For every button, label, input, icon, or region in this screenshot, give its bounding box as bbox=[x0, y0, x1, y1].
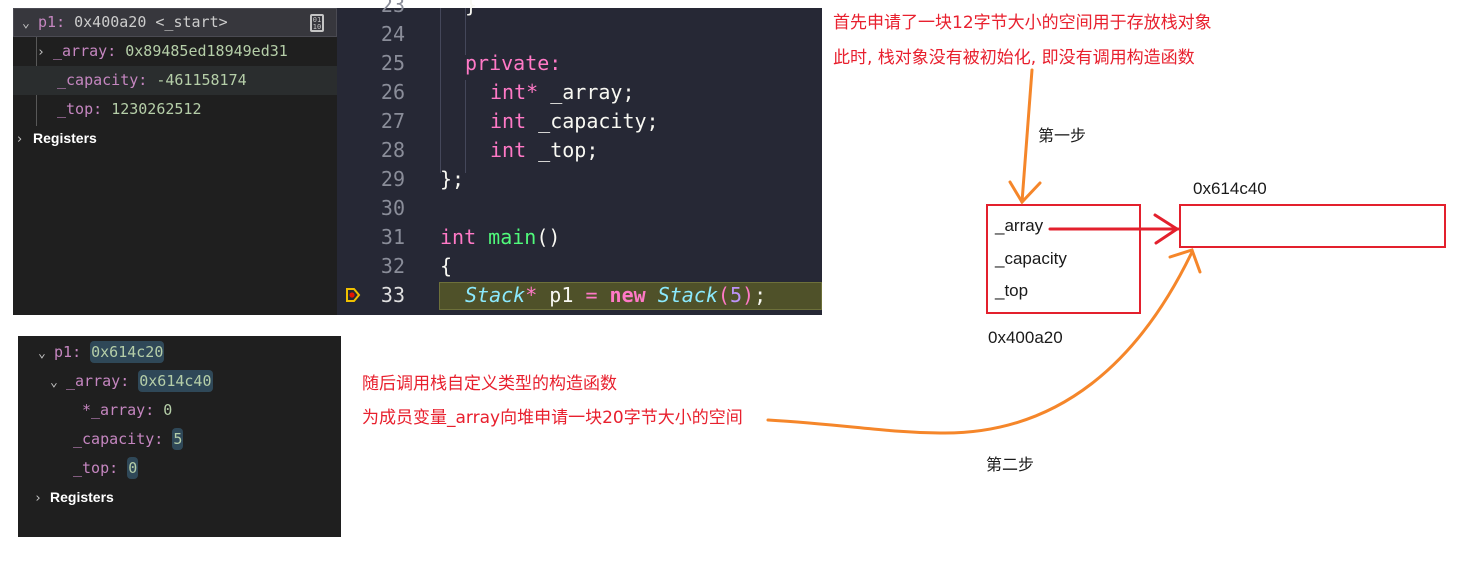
variables-panel-after: ⌄ p1: 0x614c20 ⌄ _array: 0x614c40 *_array:… bbox=[18, 336, 341, 537]
step1-arrow bbox=[1008, 68, 1042, 205]
chevron-right-icon: › bbox=[17, 132, 23, 147]
chevron-down-icon[interactable]: ⌄ bbox=[50, 368, 66, 397]
line-number: 28 bbox=[380, 138, 405, 162]
variable-row-capacity[interactable]: _capacity: 5 bbox=[73, 425, 184, 454]
step2-label: 第二步 bbox=[986, 455, 1035, 474]
code-line: }; bbox=[440, 167, 465, 191]
code-line: int main() bbox=[440, 225, 561, 249]
step2-note-line1: 随后调用栈自定义类型的构造函数 bbox=[362, 374, 617, 394]
line-number-current: 33 bbox=[380, 283, 405, 307]
field-capacity: _capacity bbox=[995, 249, 1067, 268]
chevron-right-icon[interactable]: › bbox=[37, 38, 53, 67]
indent-guide bbox=[440, 8, 441, 173]
variable-row-p1[interactable]: ⌄ p1: 0x614c20 bbox=[38, 338, 165, 368]
variable-row-p1[interactable]: ⌄ p1: 0x400a20 <_start> 01 10 bbox=[13, 8, 337, 37]
variable-row-capacity[interactable]: _capacity: -461158174 bbox=[13, 66, 337, 95]
object-address: 0x400a20 bbox=[988, 328, 1063, 347]
heap-address: 0x614c40 bbox=[1193, 179, 1267, 198]
step1-note-line1: 首先申请了一块12字节大小的空间用于存放栈对象 bbox=[833, 13, 1212, 33]
chevron-down-icon[interactable]: ⌄ bbox=[22, 9, 38, 38]
indent-guide bbox=[465, 80, 466, 173]
step1-label: 第一步 bbox=[1038, 126, 1087, 145]
line-number: 30 bbox=[380, 196, 405, 220]
field-array: _array bbox=[995, 216, 1044, 235]
line-number: 29 bbox=[380, 167, 405, 191]
binary-view-icon[interactable]: 01 10 bbox=[310, 14, 324, 32]
variable-row-array[interactable]: › _array: 0x89485ed18949ed31 bbox=[13, 37, 337, 66]
variable-row-top[interactable]: _top: 1230262512 bbox=[13, 95, 337, 124]
variables-panel-before: ⌄ p1: 0x400a20 <_start> 01 10 › _array: 0x8… bbox=[13, 8, 337, 315]
chevron-right-icon: › bbox=[34, 491, 42, 506]
line-number: 24 bbox=[380, 22, 405, 46]
code-line: int* _array; bbox=[490, 80, 635, 104]
code-line: int _top; bbox=[490, 138, 599, 162]
code-editor[interactable]: 23 } 24 25 private: 26 int* _array; 27 i… bbox=[337, 0, 822, 315]
line-number: 25 bbox=[380, 51, 405, 75]
registers-section[interactable]: › Registers bbox=[17, 124, 97, 153]
line-number: 23 bbox=[380, 0, 405, 17]
code-line: int _capacity; bbox=[490, 109, 659, 133]
variable-row-array[interactable]: ⌄ _array: 0x614c40 bbox=[50, 367, 213, 396]
line-number: 26 bbox=[380, 80, 405, 104]
step2-note-line2: 为成员变量_array向堆申请一块20字节大小的空间 bbox=[362, 408, 743, 428]
line-number: 32 bbox=[380, 254, 405, 278]
heap-array-box bbox=[1179, 204, 1446, 248]
variable-row-top[interactable]: _top: 0 bbox=[73, 454, 139, 483]
line-number: 31 bbox=[380, 225, 405, 249]
chevron-down-icon[interactable]: ⌄ bbox=[38, 339, 54, 368]
code-line: { bbox=[440, 254, 453, 278]
code-line: } bbox=[465, 0, 478, 17]
field-top: _top bbox=[995, 281, 1029, 300]
registers-section[interactable]: › Registers bbox=[34, 483, 114, 512]
step1-note-line2: 此时, 栈对象没有被初始化, 即没有调用构造函数 bbox=[833, 48, 1195, 68]
code-line: private: bbox=[465, 51, 562, 75]
code-line-current: Stack* p1 = new Stack(5); bbox=[465, 283, 767, 307]
line-number: 27 bbox=[380, 109, 405, 133]
variable-row-deref-array[interactable]: *_array: 0 bbox=[82, 396, 172, 425]
